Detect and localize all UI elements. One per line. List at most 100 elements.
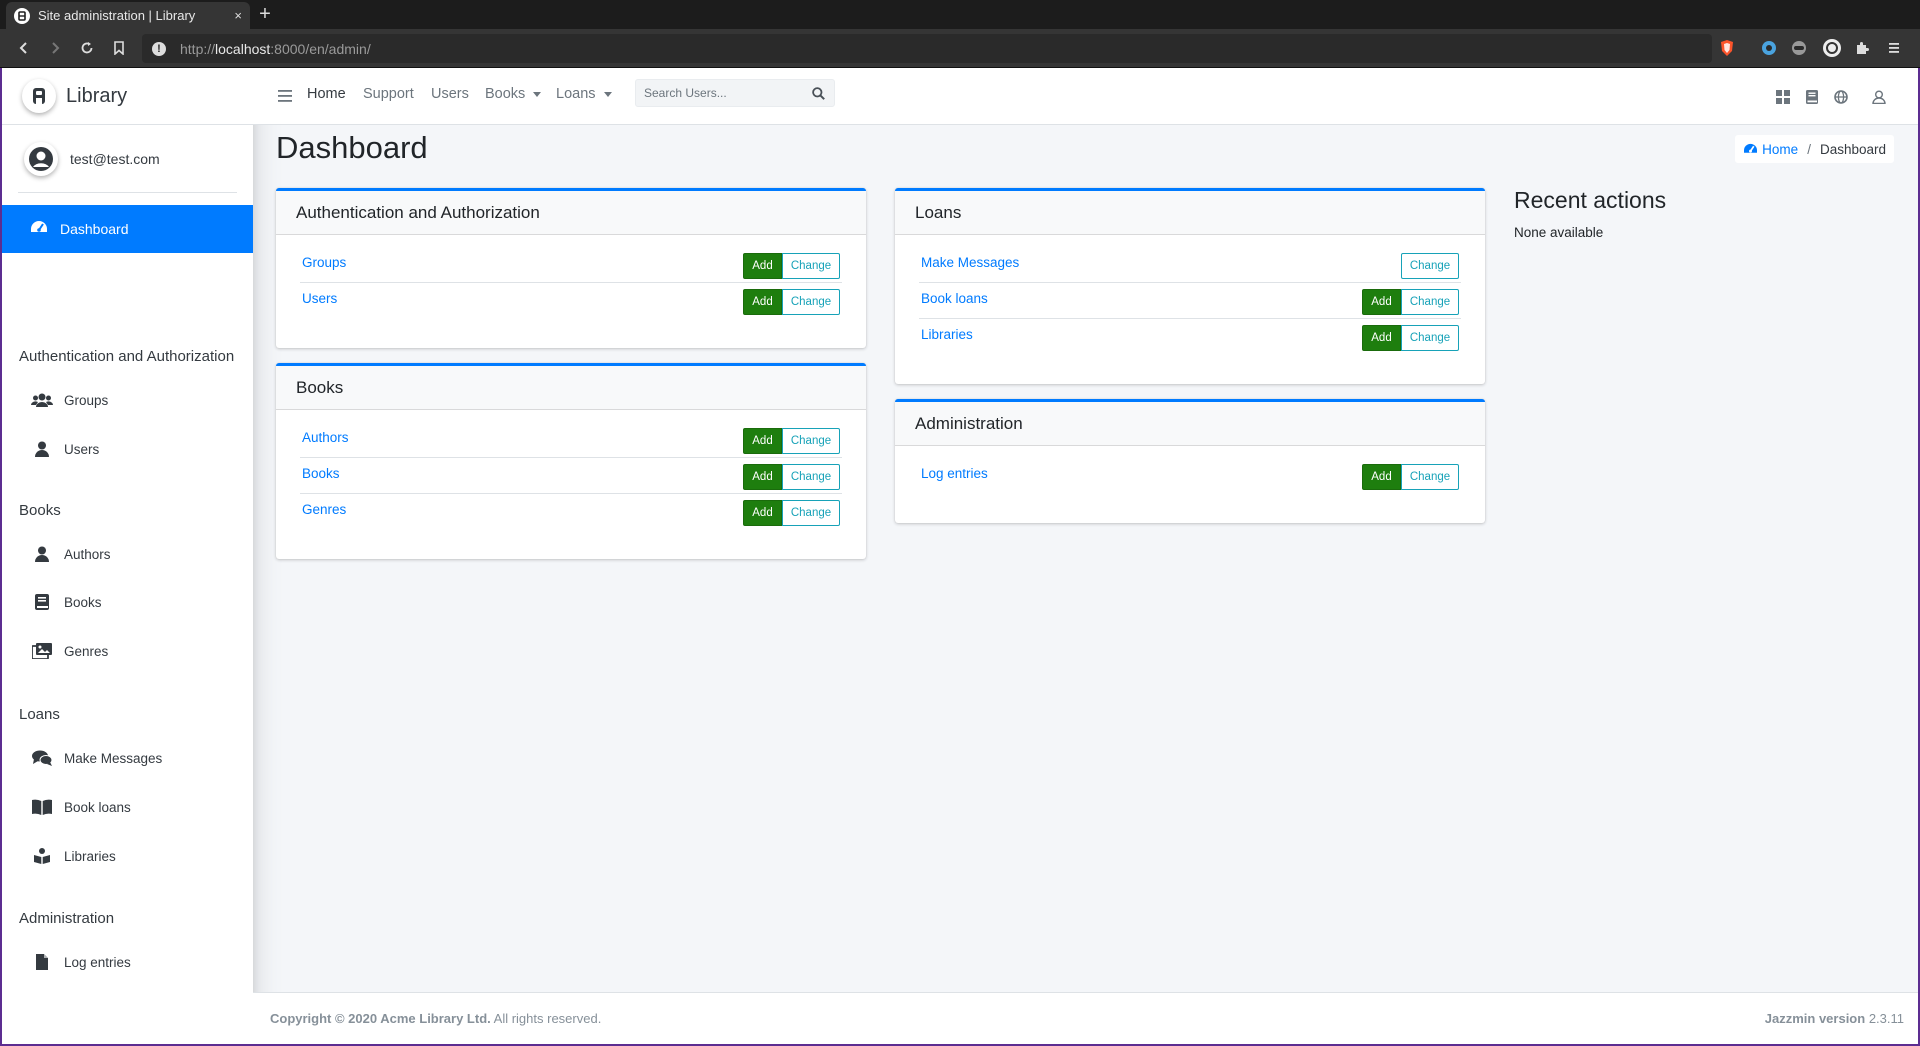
sidebar-item-label: Make Messages	[64, 750, 163, 766]
browser-toolbar: ! http://localhost:8000/en/admin/	[0, 29, 1920, 68]
model-link-groups[interactable]: Groups	[302, 255, 346, 270]
footer: Copyright © 2020 Acme Library Ltd. All r…	[253, 992, 1918, 1044]
table-row: Libraries Add Change	[919, 319, 1461, 355]
sidebar-header-books: Books	[19, 502, 61, 519]
add-log-entries-button[interactable]: Add	[1362, 464, 1401, 490]
sidebar-item-label: Groups	[64, 392, 109, 408]
footer-version: Jazzmin version 2.3.11	[1765, 1011, 1904, 1026]
brand-link[interactable]: Library	[2, 68, 253, 125]
topnav-support-link[interactable]: Support	[363, 86, 414, 102]
documentation-book-icon[interactable]	[1803, 88, 1821, 106]
add-users-button[interactable]: Add	[743, 289, 782, 315]
breadcrumb-current: Dashboard	[1819, 141, 1886, 157]
change-genres-button[interactable]: Change	[782, 500, 840, 526]
topnav-books-dropdown[interactable]: Books	[485, 86, 542, 102]
sidebar-item-libraries[interactable]: Libraries	[30, 848, 116, 864]
add-books-button[interactable]: Add	[743, 464, 782, 490]
dashboard-gauge-icon	[1744, 143, 1758, 153]
model-link-libraries[interactable]: Libraries	[921, 327, 973, 342]
brave-shield-icon[interactable]	[1717, 38, 1737, 58]
topnav-loans-dropdown[interactable]: Loans	[556, 86, 612, 102]
change-book-loans-button[interactable]: Change	[1401, 289, 1459, 315]
table-row: Groups Add Change	[300, 247, 842, 283]
user-panel[interactable]: test@test.com	[18, 125, 237, 193]
model-link-book-loans[interactable]: Book loans	[921, 291, 988, 306]
model-link-log-entries[interactable]: Log entries	[921, 466, 988, 481]
sidebar-item-log-entries[interactable]: Log entries	[30, 954, 131, 970]
profile-extension-icon[interactable]	[1822, 38, 1842, 58]
change-groups-button[interactable]: Change	[782, 253, 840, 279]
images-icon	[30, 643, 54, 659]
model-link-make-messages[interactable]: Make Messages	[921, 255, 1019, 270]
book-reader-icon	[30, 848, 54, 864]
change-libraries-button[interactable]: Change	[1401, 325, 1459, 351]
puzzle-extensions-icon[interactable]	[1852, 38, 1872, 58]
app-card-administration: Administration Log entries Add Change	[895, 399, 1485, 523]
sidebar-item-books[interactable]: Books	[30, 594, 102, 610]
topnav-users-link[interactable]: Users	[431, 86, 469, 102]
url-scheme: http://	[180, 40, 216, 57]
change-books-button[interactable]: Change	[782, 464, 840, 490]
tab-close-icon[interactable]: ×	[234, 8, 242, 23]
table-row: Book loans Add Change	[919, 283, 1461, 319]
rights-text: All rights reserved.	[490, 1011, 602, 1026]
version-number: 2.3.11	[1865, 1011, 1904, 1026]
user-account-icon[interactable]	[1870, 88, 1888, 106]
change-authors-button[interactable]: Change	[782, 428, 840, 454]
theme-chooser-icon[interactable]	[1774, 88, 1792, 106]
table-row: Make Messages Change	[919, 247, 1461, 283]
sidebar-item-label: Books	[64, 594, 102, 610]
browser-menu-icon[interactable]	[1884, 38, 1904, 58]
language-globe-icon[interactable]	[1832, 88, 1850, 106]
sidebar-item-dashboard[interactable]: Dashboard	[2, 205, 253, 253]
address-bar[interactable]: ! http://localhost:8000/en/admin/	[142, 34, 1712, 63]
back-icon[interactable]	[13, 37, 35, 59]
sidebar-item-label: Users	[64, 441, 100, 457]
model-link-books[interactable]: Books	[302, 466, 340, 481]
add-groups-button[interactable]: Add	[743, 253, 782, 279]
sidebar-item-label: Book loans	[64, 799, 131, 815]
card-title: Administration	[895, 402, 1485, 446]
sidebar-item-authors[interactable]: Authors	[30, 546, 111, 562]
search-input[interactable]	[636, 80, 802, 106]
sidebar-item-book-loans[interactable]: Book loans	[30, 799, 131, 815]
recent-actions-empty: None available	[1514, 225, 1604, 240]
change-make-messages-button[interactable]: Change	[1401, 253, 1459, 279]
sidebar-item-label: Dashboard	[60, 221, 129, 237]
add-genres-button[interactable]: Add	[743, 500, 782, 526]
search-button[interactable]	[802, 80, 834, 106]
file-icon	[30, 954, 54, 970]
topnav-home-link[interactable]: Home	[307, 86, 346, 102]
sidebar-item-groups[interactable]: Groups	[30, 392, 108, 408]
table-row: Users Add Change	[300, 283, 842, 319]
breadcrumb-home-link[interactable]: Home	[1743, 142, 1798, 157]
caret-down-icon	[533, 91, 542, 97]
model-link-users[interactable]: Users	[302, 291, 337, 306]
hamburger-menu-icon[interactable]	[276, 87, 294, 105]
sidebar-item-users[interactable]: Users	[30, 441, 99, 457]
sidebar-item-make-messages[interactable]: Make Messages	[30, 750, 162, 766]
extension-icon-2[interactable]	[1789, 38, 1809, 58]
add-book-loans-button[interactable]: Add	[1362, 289, 1401, 315]
library-favicon-icon	[14, 7, 30, 24]
search-icon	[811, 86, 825, 100]
reload-icon[interactable]	[76, 37, 98, 59]
browser-tab[interactable]: Site administration | Library ×	[6, 2, 250, 29]
book-icon	[30, 594, 54, 610]
bookmark-icon[interactable]	[108, 37, 130, 59]
new-tab-button[interactable]: +	[254, 3, 276, 25]
caret-down-icon	[603, 91, 612, 97]
site-info-icon[interactable]: !	[152, 41, 166, 56]
sidebar-item-genres[interactable]: Genres	[30, 643, 108, 659]
comments-icon	[30, 750, 54, 766]
forward-icon[interactable]	[44, 37, 66, 59]
model-link-authors[interactable]: Authors	[302, 430, 349, 445]
model-link-genres[interactable]: Genres	[302, 502, 346, 517]
extension-icon-1[interactable]	[1759, 38, 1779, 58]
change-users-button[interactable]: Change	[782, 289, 840, 315]
change-log-entries-button[interactable]: Change	[1401, 464, 1459, 490]
top-navbar: Home Support Users Books Loans	[253, 68, 1918, 125]
add-libraries-button[interactable]: Add	[1362, 325, 1401, 351]
breadcrumb-home-label: Home	[1762, 141, 1799, 157]
add-authors-button[interactable]: Add	[743, 428, 782, 454]
